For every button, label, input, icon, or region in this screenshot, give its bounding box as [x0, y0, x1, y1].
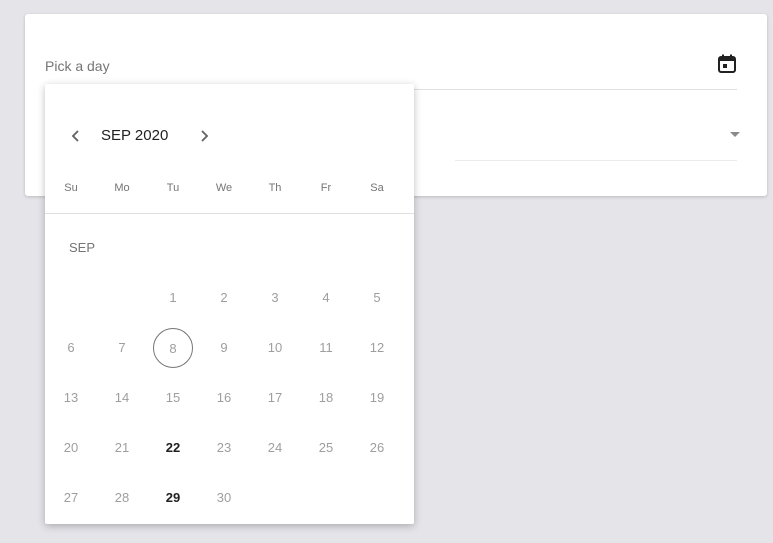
calendar-day[interactable]: 16: [204, 378, 244, 418]
month-year-title[interactable]: SEP 2020: [101, 127, 168, 144]
calendar-day[interactable]: 23: [204, 428, 244, 468]
calendar-day[interactable]: 21: [102, 428, 142, 468]
calendar-header-divider: [45, 213, 414, 214]
weekday-label: We: [215, 182, 233, 194]
calendar-day[interactable]: 28: [102, 478, 142, 518]
calendar-day[interactable]: 29: [153, 478, 193, 518]
calendar-day[interactable]: 19: [357, 378, 397, 418]
chevron-left-icon[interactable]: [65, 124, 85, 148]
calendar-day[interactable]: 9: [204, 328, 244, 368]
select-field-underline: [455, 160, 737, 161]
weekday-label: Mo: [114, 182, 130, 194]
calendar-day[interactable]: 15: [153, 378, 193, 418]
calendar-popup: SEP 2020 Su Mo Tu We Th Fr Sa SEP 123456…: [45, 84, 414, 524]
calendar-day[interactable]: 30: [204, 478, 244, 518]
calendar-day[interactable]: 3: [255, 278, 295, 318]
calendar-day[interactable]: 10: [255, 328, 295, 368]
calendar-day[interactable]: 14: [102, 378, 142, 418]
calendar-day[interactable]: 25: [306, 428, 346, 468]
calendar-day[interactable]: 7: [102, 328, 142, 368]
calendar-day[interactable]: 4: [306, 278, 346, 318]
calendar-day[interactable]: 17: [255, 378, 295, 418]
calendar-day[interactable]: 18: [306, 378, 346, 418]
weekday-label: Su: [64, 182, 78, 194]
calendar-day[interactable]: 26: [357, 428, 397, 468]
month-section-label: SEP: [69, 240, 96, 255]
calendar-day[interactable]: 24: [255, 428, 295, 468]
calendar-day[interactable]: 27: [51, 478, 91, 518]
calendar-day[interactable]: 6: [51, 328, 91, 368]
weekday-label: Sa: [370, 182, 384, 194]
calendar-day[interactable]: 12: [357, 328, 397, 368]
calendar-day[interactable]: 5: [357, 278, 397, 318]
calendar-day[interactable]: 22: [153, 428, 193, 468]
calendar-day[interactable]: 20: [51, 428, 91, 468]
weekday-label: Tu: [166, 182, 180, 194]
calendar-icon[interactable]: [715, 52, 739, 76]
calendar-day[interactable]: 8: [153, 328, 193, 368]
calendar-day[interactable]: 2: [204, 278, 244, 318]
calendar-day[interactable]: 13: [51, 378, 91, 418]
weekday-label: Th: [268, 182, 282, 194]
dropdown-arrow-icon[interactable]: [730, 132, 740, 137]
calendar-day[interactable]: 11: [306, 328, 346, 368]
date-field-label: Pick a day: [45, 58, 110, 74]
chevron-right-icon[interactable]: [195, 124, 215, 148]
calendar-day[interactable]: 1: [153, 278, 193, 318]
weekday-label: Fr: [320, 182, 332, 194]
